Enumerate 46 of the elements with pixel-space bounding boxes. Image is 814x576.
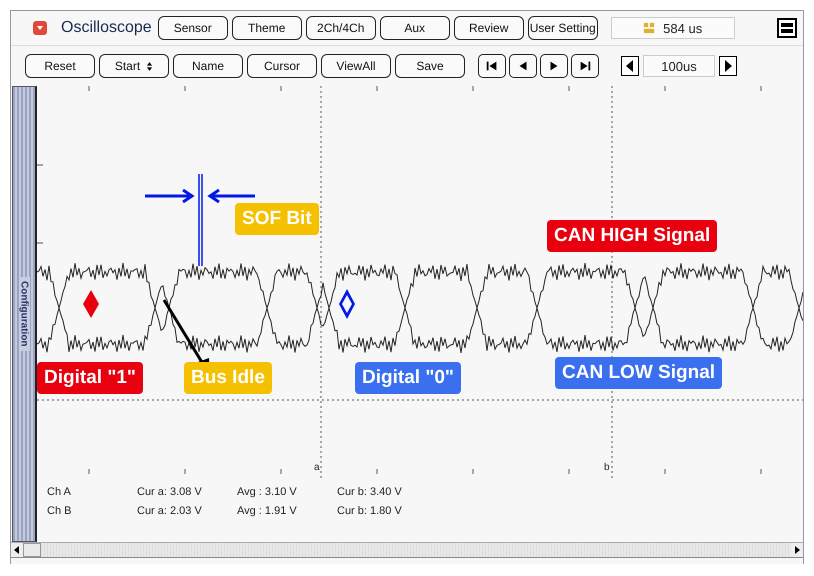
timebase-field[interactable]: 100us (643, 55, 715, 77)
channel-label: Ch A (47, 486, 72, 500)
annotation-label: CAN HIGH Signal (547, 220, 718, 252)
horizontal-scrollbar[interactable] (11, 542, 803, 558)
cursor-a-reading: Cur a: 3.08 V (137, 486, 203, 500)
collapse-icon[interactable] (33, 21, 47, 35)
cursor-a-reading: Cur a: 2.03 V (137, 505, 203, 519)
grid-icon (643, 22, 656, 34)
configuration-tab[interactable]: Configuration (12, 86, 37, 542)
scroll-right-icon[interactable] (791, 543, 803, 557)
spinner-icon (146, 60, 154, 72)
toolbar-button[interactable]: User Setting (528, 16, 598, 40)
average-reading: Avg : 1.91 V (237, 505, 298, 519)
toolbar-button[interactable]: Theme (232, 16, 302, 40)
cursor-b-reading: Cur b: 3.40 V (337, 486, 403, 500)
time-display: 584 us (610, 17, 735, 39)
cursor-b-reading: Cur b: 1.80 V (337, 505, 403, 519)
cursor-label: a (314, 462, 320, 473)
app-title: Oscilloscope (61, 19, 152, 37)
start-spin-button[interactable]: Start (99, 54, 169, 78)
average-reading: Avg : 3.10 V (237, 486, 298, 500)
skip-end-icon[interactable] (578, 59, 592, 73)
toolbar-button[interactable]: 2Ch/4Ch (306, 16, 376, 40)
menu-icon[interactable] (777, 18, 797, 38)
annotation-label: Digital "1" (37, 362, 143, 394)
toolbar-button[interactable]: Aux (380, 16, 450, 40)
increase-icon[interactable] (719, 56, 737, 76)
skip-start-icon[interactable] (485, 59, 499, 73)
control-button[interactable]: Reset (25, 54, 95, 78)
control-button[interactable]: Name (173, 54, 243, 78)
cursor-label: b (604, 462, 610, 473)
toolbar-button[interactable]: Sensor (158, 16, 228, 40)
control-button[interactable]: Cursor (247, 54, 317, 78)
scroll-left-icon[interactable] (11, 543, 23, 557)
decrease-icon[interactable] (621, 56, 639, 76)
annotation-label: Bus Idle (184, 362, 272, 394)
annotation-label: CAN LOW Signal (555, 357, 722, 389)
control-button[interactable]: ViewAll (321, 54, 391, 78)
diamond-marker-icon (83, 290, 99, 318)
channel-label: Ch B (47, 505, 72, 519)
annotation-label: SOF Bit (235, 203, 319, 235)
control-button[interactable]: Save (395, 54, 465, 78)
annotation-label: Digital "0" (355, 362, 461, 394)
hollow-diamond-icon (339, 289, 355, 319)
toolbar-button[interactable]: Review (454, 16, 524, 40)
scroll-thumb[interactable] (23, 543, 41, 557)
